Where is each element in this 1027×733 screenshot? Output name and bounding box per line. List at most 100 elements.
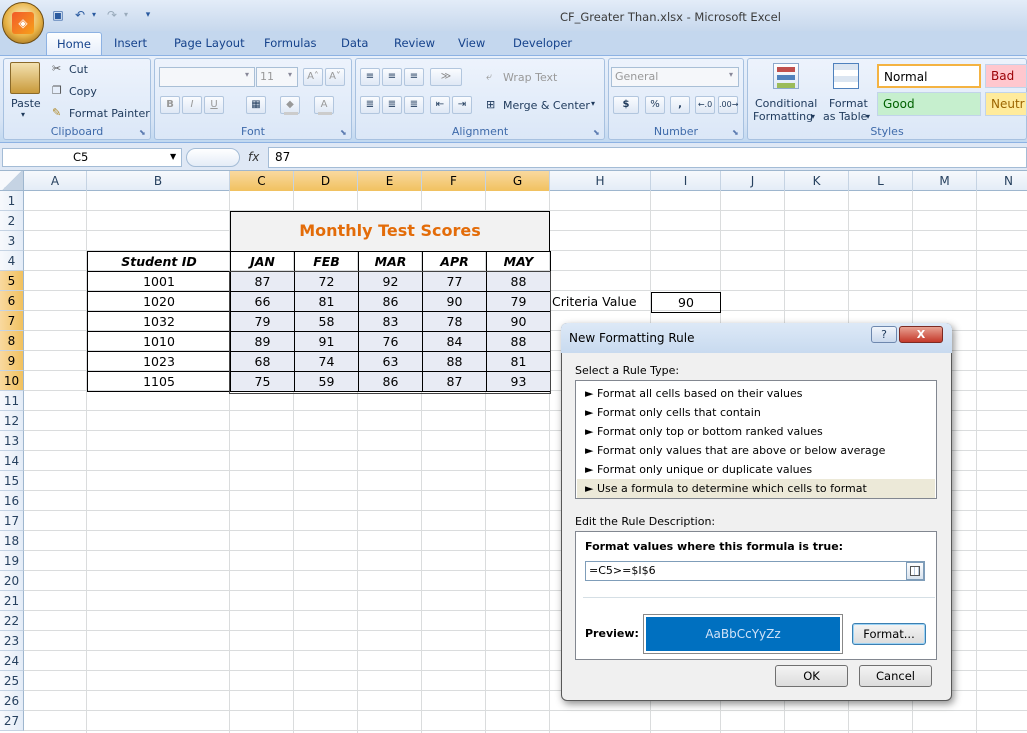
- table-cell[interactable]: 83: [358, 311, 423, 332]
- style-good[interactable]: Good: [877, 92, 981, 116]
- conditional-formatting-label[interactable]: Conditional: [755, 97, 817, 110]
- currency-button[interactable]: $: [613, 96, 639, 114]
- row-header-5[interactable]: 5: [0, 271, 24, 291]
- column-header-h[interactable]: H: [550, 171, 651, 191]
- table-cell[interactable]: 1105: [87, 371, 231, 392]
- align-bottom-icon[interactable]: ≡: [404, 68, 424, 86]
- column-header-i[interactable]: I: [651, 171, 721, 191]
- decrease-indent-icon[interactable]: ⇤: [430, 96, 450, 114]
- italic-button[interactable]: I: [182, 96, 202, 114]
- table-cell[interactable]: 1032: [87, 311, 231, 332]
- align-left-icon[interactable]: ≣: [360, 96, 380, 114]
- tab-page-layout[interactable]: Page Layout: [164, 32, 255, 55]
- row-header-23[interactable]: 23: [0, 631, 24, 651]
- format-as-table-label-2[interactable]: as Table: [823, 110, 867, 123]
- column-header-j[interactable]: J: [721, 171, 785, 191]
- column-header-f[interactable]: F: [422, 171, 486, 191]
- style-neutral[interactable]: Neutr: [985, 92, 1027, 116]
- table-cell[interactable]: 86: [358, 291, 423, 312]
- table-cell[interactable]: 88: [486, 331, 551, 352]
- table-cell[interactable]: 90: [422, 291, 487, 312]
- conditional-formatting-label-2[interactable]: Formatting: [753, 110, 813, 123]
- merge-center-dropdown-icon[interactable]: ▾: [591, 99, 595, 108]
- borders-icon[interactable]: ▦: [246, 96, 266, 114]
- row-header-20[interactable]: 20: [0, 571, 24, 591]
- tab-review[interactable]: Review: [384, 32, 445, 55]
- column-header-n[interactable]: N: [977, 171, 1027, 191]
- rule-formula-input[interactable]: =C5>=$I$6: [585, 561, 925, 581]
- cancel-button[interactable]: Cancel: [859, 665, 932, 687]
- table-cell[interactable]: 91: [294, 331, 359, 352]
- table-cell[interactable]: 66: [230, 291, 295, 312]
- row-header-7[interactable]: 7: [0, 311, 24, 331]
- table-cell[interactable]: 84: [422, 331, 487, 352]
- insert-function-icon[interactable]: fx: [248, 150, 259, 164]
- office-button[interactable]: ◈: [2, 2, 44, 44]
- table-cell[interactable]: 1010: [87, 331, 231, 352]
- conditional-formatting-dropdown-icon[interactable]: ▾: [811, 112, 815, 121]
- tab-data[interactable]: Data: [331, 32, 378, 55]
- tab-home[interactable]: Home: [46, 32, 102, 55]
- style-bad[interactable]: Bad: [985, 64, 1027, 88]
- column-header-c[interactable]: C: [230, 171, 294, 191]
- table-header-cell[interactable]: Student ID: [87, 251, 231, 272]
- table-header-cell[interactable]: MAY: [486, 251, 551, 272]
- table-cell[interactable]: 86: [358, 371, 423, 392]
- row-header-21[interactable]: 21: [0, 591, 24, 611]
- criteria-label[interactable]: Criteria Value: [552, 292, 637, 312]
- alignment-launcher-icon[interactable]: ⬊: [593, 128, 600, 137]
- bold-button[interactable]: B: [160, 96, 180, 114]
- wrap-text-button[interactable]: Wrap Text: [503, 71, 557, 84]
- column-header-e[interactable]: E: [358, 171, 422, 191]
- rule-option-selected[interactable]: ► Use a formula to determine which cells…: [577, 479, 935, 498]
- rule-type-list[interactable]: ► Format all cells based on their values…: [575, 380, 937, 499]
- redo-dropdown-icon[interactable]: ▾: [118, 7, 134, 23]
- table-header-cell[interactable]: FEB: [294, 251, 359, 272]
- font-name-dropdown[interactable]: [159, 67, 255, 87]
- conditional-formatting-icon[interactable]: [773, 63, 799, 89]
- column-header-b[interactable]: B: [87, 171, 230, 191]
- row-header-2[interactable]: 2: [0, 211, 24, 231]
- table-cell[interactable]: 75: [230, 371, 295, 392]
- table-cell[interactable]: 1023: [87, 351, 231, 372]
- table-cell[interactable]: 77: [422, 271, 487, 292]
- table-cell[interactable]: 81: [294, 291, 359, 312]
- row-header-6[interactable]: 6: [0, 291, 24, 311]
- tab-formulas[interactable]: Formulas: [254, 32, 327, 55]
- undo-dropdown-icon[interactable]: ▾: [86, 7, 102, 23]
- align-center-icon[interactable]: ≣: [382, 96, 402, 114]
- format-as-table-dropdown-icon[interactable]: ▾: [866, 112, 870, 121]
- table-cell[interactable]: 92: [358, 271, 423, 292]
- paste-dropdown-icon[interactable]: ▾: [21, 110, 25, 119]
- table-cell[interactable]: 58: [294, 311, 359, 332]
- table-cell[interactable]: 88: [422, 351, 487, 372]
- criteria-value-cell[interactable]: 90: [651, 292, 721, 313]
- increase-indent-icon[interactable]: ⇥: [452, 96, 472, 114]
- table-cell[interactable]: 76: [358, 331, 423, 352]
- number-launcher-icon[interactable]: ⬊: [732, 128, 739, 137]
- column-header-k[interactable]: K: [785, 171, 849, 191]
- table-cell[interactable]: 81: [486, 351, 551, 372]
- clipboard-launcher-icon[interactable]: ⬊: [139, 128, 146, 137]
- rule-option[interactable]: ► Format all cells based on their values: [577, 384, 935, 403]
- row-header-14[interactable]: 14: [0, 451, 24, 471]
- formula-bar-divider-handle[interactable]: [186, 148, 240, 167]
- table-cell[interactable]: 87: [422, 371, 487, 392]
- copy-button[interactable]: Copy: [69, 85, 97, 98]
- merge-center-button[interactable]: Merge & Center: [503, 99, 590, 112]
- name-box[interactable]: C5: [2, 148, 182, 167]
- column-header-m[interactable]: M: [913, 171, 977, 191]
- paste-button[interactable]: Paste: [11, 97, 41, 110]
- row-header-10[interactable]: 10: [0, 371, 24, 391]
- align-middle-icon[interactable]: ≡: [382, 68, 402, 86]
- table-header-cell[interactable]: MAR: [358, 251, 423, 272]
- row-header-24[interactable]: 24: [0, 651, 24, 671]
- table-cell[interactable]: 93: [486, 371, 551, 392]
- align-top-icon[interactable]: ≡: [360, 68, 380, 86]
- column-header-d[interactable]: D: [294, 171, 358, 191]
- table-cell[interactable]: 63: [358, 351, 423, 372]
- range-picker-icon[interactable]: [906, 562, 924, 580]
- rule-option[interactable]: ► Format only unique or duplicate values: [577, 460, 935, 479]
- row-header-8[interactable]: 8: [0, 331, 24, 351]
- table-cell[interactable]: 87: [230, 271, 295, 292]
